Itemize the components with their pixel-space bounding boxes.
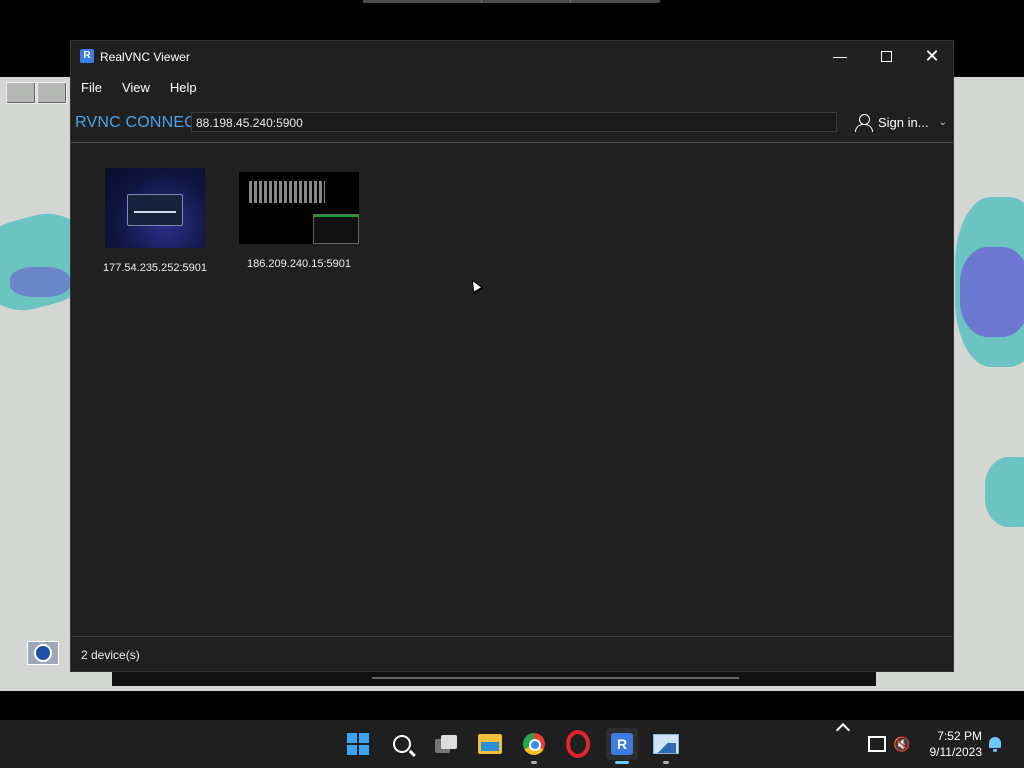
address-input[interactable]: 88.198.45.240:5900 — [191, 112, 837, 132]
menu-view[interactable]: View — [112, 77, 160, 99]
realvnc-icon: R — [611, 733, 633, 755]
opera-icon — [566, 730, 590, 758]
remote-toolbar-button[interactable] — [6, 82, 36, 104]
search-icon — [393, 735, 411, 753]
wallpaper-splash — [10, 267, 70, 297]
running-indicator — [663, 761, 669, 764]
device-label: 186.209.240.15:5901 — [247, 258, 351, 270]
chevron-down-icon: ⌄ — [938, 116, 947, 128]
notification-bell-icon[interactable] — [989, 737, 1001, 752]
opera-button[interactable] — [562, 728, 594, 760]
network-button[interactable] — [868, 720, 886, 768]
device-tile[interactable]: 177.54.235.252:5901 — [95, 168, 215, 274]
clock[interactable]: 7:52 PM 9/11/2023 — [922, 728, 983, 760]
remote-bottom-band — [0, 691, 1024, 720]
volume-muted-icon: 🔇 — [893, 735, 911, 752]
realvnc-app-icon: R — [80, 49, 94, 63]
photos-icon — [653, 734, 679, 754]
sign-in-button[interactable]: Sign in... ⌄ — [854, 113, 947, 132]
task-view-button[interactable] — [430, 728, 462, 760]
running-indicator — [531, 761, 537, 764]
chrome-button[interactable] — [518, 728, 550, 764]
device-list: 177.54.235.252:5901 186.209.240.15:5901 — [71, 143, 953, 635]
chevron-up-icon — [835, 722, 851, 738]
folder-icon — [478, 734, 502, 754]
photos-button[interactable] — [650, 728, 682, 764]
file-explorer-button[interactable] — [474, 728, 506, 760]
remote-toolbar-button[interactable] — [37, 82, 67, 104]
search-button[interactable] — [386, 728, 418, 760]
window-title: RealVNC Viewer — [100, 50, 190, 64]
menu-file[interactable]: File — [71, 77, 112, 99]
scrollbar-thumb[interactable] — [372, 677, 739, 679]
wallpaper-splash — [960, 247, 1024, 337]
close-button[interactable]: ✕ — [909, 41, 955, 71]
remote-top-strip — [363, 0, 660, 3]
rvnc-connect-logo: RVNC CONNECT — [75, 114, 207, 131]
clock-time: 7:52 PM — [937, 729, 982, 743]
volume-button[interactable]: 🔇 — [893, 720, 910, 768]
minimize-button[interactable]: — — [817, 41, 863, 71]
wallpaper-splash — [985, 457, 1024, 527]
maximize-icon — [880, 50, 892, 62]
device-thumbnail[interactable] — [239, 172, 359, 244]
device-label: 177.54.235.252:5901 — [103, 262, 207, 274]
globe-icon — [34, 644, 52, 662]
status-bar: 2 device(s) — [71, 636, 953, 673]
menu-help[interactable]: Help — [160, 77, 207, 99]
maximize-button[interactable] — [863, 41, 909, 71]
realvnc-viewer-window: R RealVNC Viewer — ✕ File View Help RVNC… — [70, 40, 954, 672]
task-view-icon — [435, 735, 457, 753]
remote-scrollbar[interactable] — [112, 672, 876, 686]
toolbar: RVNC CONNECT 88.198.45.240:5900 Sign in.… — [71, 111, 953, 137]
sign-in-label: Sign in... — [878, 114, 929, 130]
device-tile[interactable]: 186.209.240.15:5901 — [239, 168, 359, 270]
remote-corner-icon[interactable] — [27, 641, 59, 665]
chrome-icon — [523, 733, 545, 755]
menu-bar: File View Help — [71, 77, 207, 99]
title-bar[interactable]: R RealVNC Viewer — ✕ — [71, 41, 953, 73]
show-hidden-icons-button[interactable] — [835, 720, 852, 738]
device-count: 2 device(s) — [81, 648, 140, 662]
device-thumbnail[interactable] — [105, 168, 205, 248]
active-indicator — [615, 761, 629, 764]
windows-icon — [347, 733, 369, 755]
clock-date: 9/11/2023 — [929, 745, 983, 759]
thumbnail-panel — [313, 214, 359, 244]
taskbar: R 🔇 7:52 PM 9/11/2023 — [0, 720, 1024, 768]
network-icon — [868, 736, 886, 752]
thumbnail-keyboard — [249, 181, 325, 203]
thumbnail-dialog — [127, 194, 183, 226]
realvnc-taskbar-button[interactable]: R — [606, 728, 638, 764]
start-button[interactable] — [342, 728, 374, 760]
user-icon — [854, 113, 874, 132]
